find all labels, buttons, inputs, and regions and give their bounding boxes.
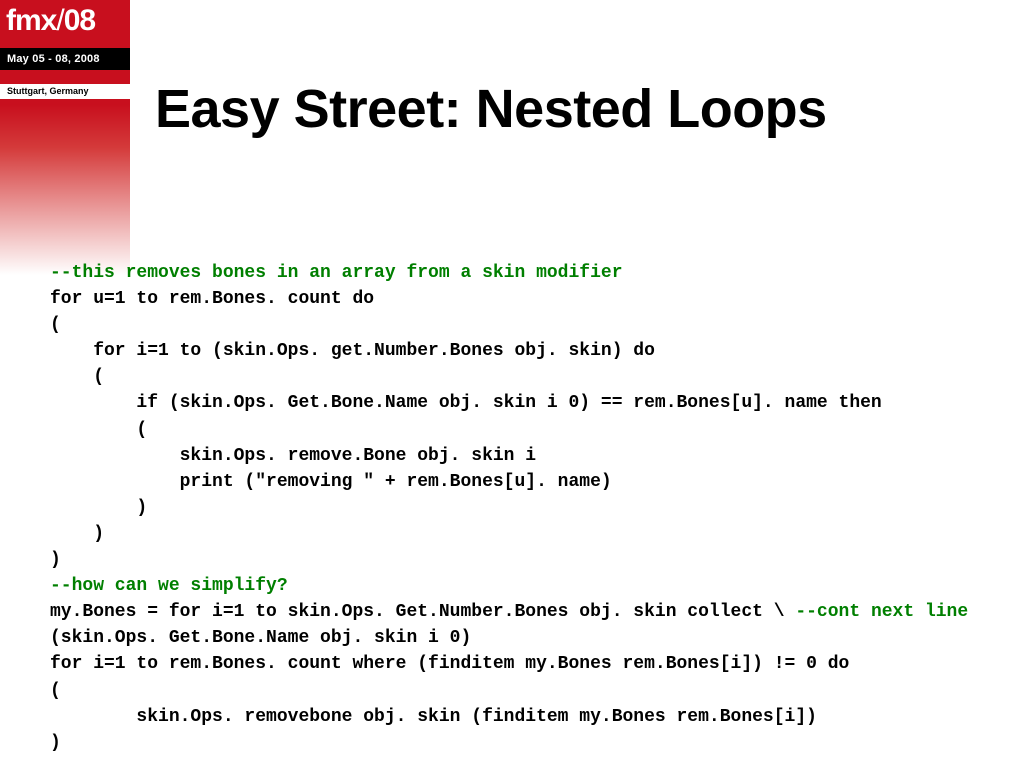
code-line: ) [50, 550, 61, 570]
code-block: --this removes bones in an array from a … [50, 260, 1012, 756]
code-line: ( [50, 315, 61, 335]
slide-title: Easy Street: Nested Loops [155, 78, 827, 140]
logo: fmx/08 [6, 4, 95, 38]
slide: fmx/08 May 05 - 08, 2008 Stuttgart, Germ… [0, 0, 1024, 768]
logo-year: 08 [64, 4, 95, 37]
code-line: ) [50, 733, 61, 753]
code-line: for i=1 to (skin.Ops. get.Number.Bones o… [50, 341, 655, 361]
code-line: skin.Ops. remove.Bone obj. skin i [50, 446, 536, 466]
date-bar: May 05 - 08, 2008 [0, 48, 130, 70]
code-line: ( [50, 420, 147, 440]
sidebar-gradient [0, 105, 130, 275]
location-bar: Stuttgart, Germany [0, 84, 130, 99]
code-line: for i=1 to rem.Bones. count where (findi… [50, 654, 849, 674]
code-line: if (skin.Ops. Get.Bone.Name obj. skin i … [50, 393, 882, 413]
logo-sep: / [56, 4, 63, 37]
code-line: ) [50, 498, 147, 518]
code-line: for u=1 to rem.Bones. count do [50, 289, 374, 309]
code-line: skin.Ops. removebone obj. skin (finditem… [50, 707, 817, 727]
code-line: ( [50, 681, 61, 701]
code-comment-inline: --cont next line [795, 602, 968, 622]
code-line: print ("removing " + rem.Bones[u]. name) [50, 472, 612, 492]
code-line: (skin.Ops. Get.Bone.Name obj. skin i 0) [50, 628, 471, 648]
code-comment-2: --how can we simplify? [50, 576, 288, 596]
code-line: my.Bones = for i=1 to skin.Ops. Get.Numb… [50, 602, 795, 622]
logo-brand: fmx [6, 4, 56, 37]
code-line: ) [50, 524, 104, 544]
sidebar-red-block [0, 0, 130, 105]
code-line: ( [50, 367, 104, 387]
code-comment-1: --this removes bones in an array from a … [50, 263, 623, 283]
